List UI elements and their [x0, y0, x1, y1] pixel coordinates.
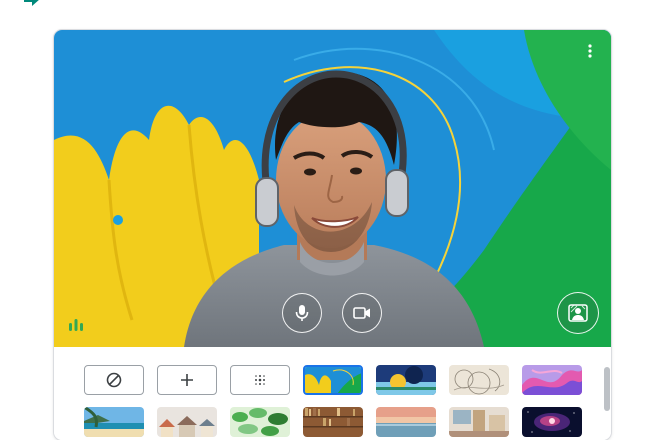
blur-background-button[interactable]: [230, 365, 290, 395]
background-thumbnail[interactable]: [522, 407, 582, 437]
scrollbar-thumb[interactable]: [604, 367, 610, 411]
background-thumbnail[interactable]: [522, 365, 582, 395]
audio-level-indicator: [68, 317, 84, 333]
upload-background-button[interactable]: [157, 365, 217, 395]
apply-visual-effects-button[interactable]: [557, 292, 599, 334]
background-options: [54, 347, 611, 440]
background-thumbnail[interactable]: [449, 365, 509, 395]
background-thumbnail[interactable]: [157, 407, 217, 437]
background-thumbnail[interactable]: [84, 407, 144, 437]
no-background-button[interactable]: [84, 365, 144, 395]
camera-preview: [54, 30, 611, 347]
background-thumbnail[interactable]: [376, 407, 436, 437]
videocam-icon: [353, 307, 370, 319]
microphone-button[interactable]: [282, 293, 322, 333]
background-thumbnail[interactable]: [230, 407, 290, 437]
more-options-button[interactable]: [579, 40, 601, 62]
background-thumbnail[interactable]: [303, 365, 363, 395]
camera-button[interactable]: [342, 293, 382, 333]
blur-dots-icon: [255, 375, 265, 385]
background-thumbnail[interactable]: [303, 407, 363, 437]
video-preview-panel: [54, 30, 611, 440]
background-thumbnail[interactable]: [376, 365, 436, 395]
back-arrow-icon[interactable]: [22, 0, 42, 8]
mic-icon: [295, 305, 309, 321]
plus-icon: [181, 374, 193, 386]
no-effect-icon: [106, 372, 122, 388]
background-thumbnail[interactable]: [449, 407, 509, 437]
more-vert-icon: [588, 44, 592, 58]
video-feed: [54, 30, 611, 347]
person-background-icon: [568, 304, 588, 322]
audio-level-icon: [69, 319, 83, 331]
